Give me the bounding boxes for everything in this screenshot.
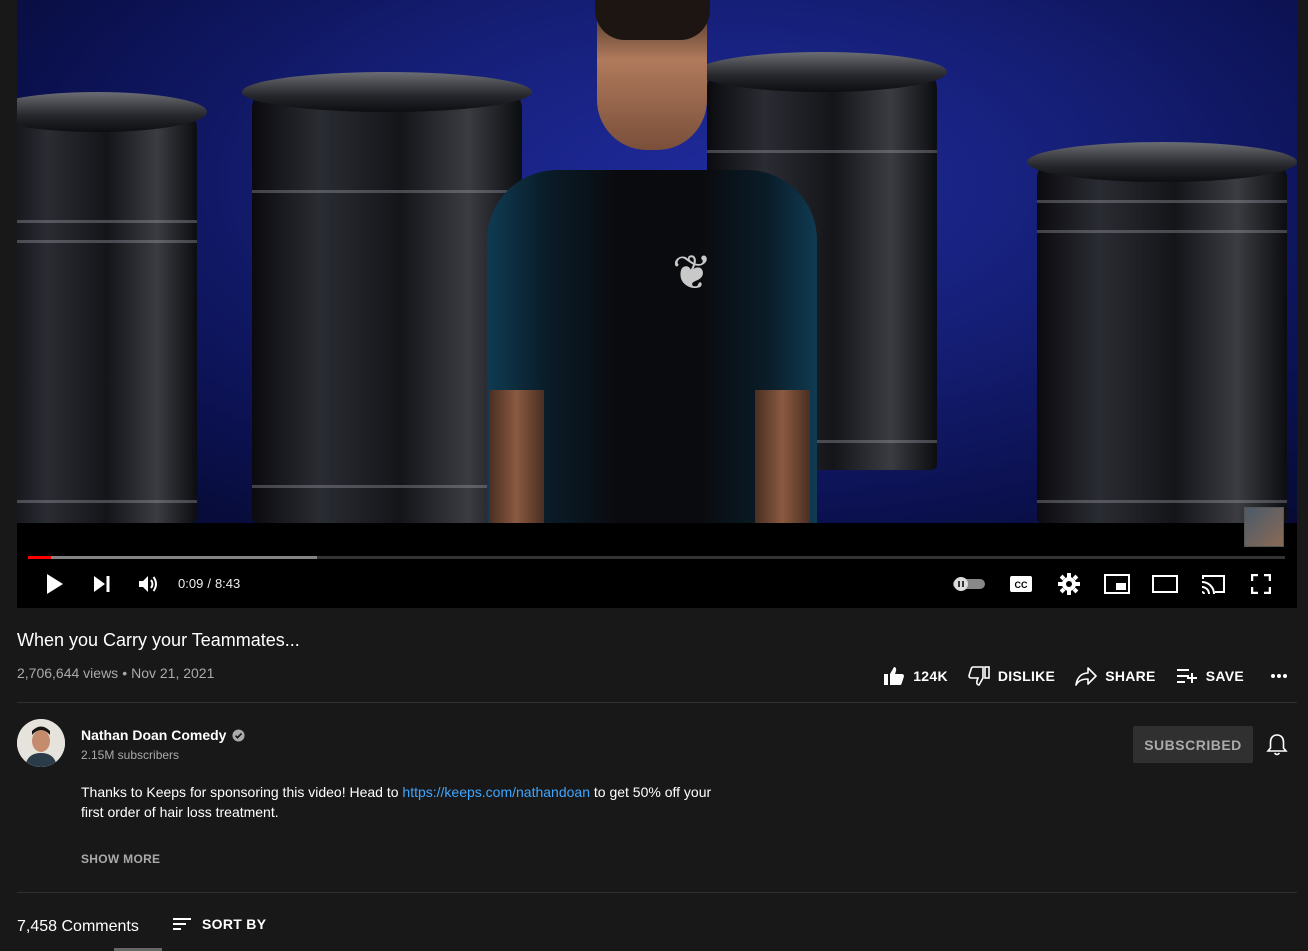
cast-button[interactable] <box>1199 571 1227 597</box>
left-arm <box>489 390 544 523</box>
video-player[interactable]: ❦ 0:09/8:43 CC <box>17 0 1297 608</box>
theater-mode-button[interactable] <box>1151 571 1179 597</box>
upload-date: Nov 21, 2021 <box>131 665 215 681</box>
share-button[interactable]: SHARE <box>1075 666 1156 686</box>
theater-mode-icon <box>1152 575 1178 593</box>
trash-can-center-left <box>242 72 532 523</box>
sort-icon <box>173 918 191 930</box>
more-horizontal-icon <box>1271 674 1287 678</box>
autoplay-toggle[interactable] <box>951 571 987 597</box>
meta-dot: • <box>122 665 128 681</box>
total-time: 8:43 <box>214 576 241 591</box>
like-button[interactable]: 124K <box>883 666 948 686</box>
progress-played <box>28 556 51 559</box>
youtube-watch-page: ❦ 0:09/8:43 CC When you Carry your Teamm… <box>0 0 1308 951</box>
volume-icon <box>139 576 157 592</box>
current-time: 0:09 <box>178 576 204 591</box>
progress-bar[interactable] <box>28 556 1285 559</box>
progress-loaded <box>28 556 318 559</box>
right-arm <box>755 390 810 523</box>
thumbs-up-icon <box>884 667 905 685</box>
subscribed-button[interactable]: SUBSCRIBED <box>1133 726 1253 763</box>
description-text-before: Thanks to Keeps for sponsoring this vide… <box>81 784 403 800</box>
video-actions: 124K DISLIKE SHARE SAVE <box>863 664 1288 688</box>
channel-name-text[interactable]: Nathan Doan Comedy <box>81 727 226 743</box>
video-title: When you Carry your Teammates... <box>17 630 300 650</box>
time-separator: / <box>207 576 211 591</box>
person-figure: ❦ <box>487 0 817 523</box>
show-more-button[interactable]: SHOW MORE <box>81 852 160 866</box>
settings-icon <box>1058 573 1080 595</box>
sort-by-button[interactable]: SORT BY <box>172 916 266 932</box>
video-frame[interactable]: ❦ <box>17 0 1297 523</box>
sort-by-label[interactable]: SORT BY <box>202 916 266 932</box>
subscriber-count: 2.15M subscribers <box>81 748 180 762</box>
miniplayer-icon <box>1104 574 1130 594</box>
fullscreen-button[interactable] <box>1247 571 1275 597</box>
play-button[interactable] <box>41 571 67 597</box>
bell-icon <box>1266 734 1288 756</box>
play-icon <box>47 574 63 594</box>
dislike-label: DISLIKE <box>997 668 1056 684</box>
channel-avatar[interactable] <box>17 719 65 767</box>
hair <box>595 0 710 40</box>
video-meta: 2,706,644 views • Nov 21, 2021 <box>17 665 214 681</box>
share-label: SHARE <box>1105 668 1156 684</box>
video-description: Thanks to Keeps for sponsoring this vide… <box>81 782 721 822</box>
captions-button[interactable]: CC <box>1007 571 1035 597</box>
divider-top <box>17 702 1297 703</box>
next-icon <box>94 576 110 592</box>
save-label: SAVE <box>1205 668 1244 684</box>
channel-watermark[interactable] <box>1244 507 1284 547</box>
divider-bottom <box>17 892 1297 893</box>
svg-text:CC: CC <box>1015 580 1028 590</box>
fullscreen-icon <box>1251 574 1271 594</box>
trash-can-left <box>17 92 207 523</box>
playlist-add-icon <box>1176 669 1197 683</box>
autoplay-toggle-icon <box>953 577 985 591</box>
next-button[interactable] <box>89 571 115 597</box>
notification-bell-button[interactable] <box>1265 732 1289 763</box>
dislike-button[interactable]: DISLIKE <box>968 666 1055 686</box>
more-actions-button[interactable] <box>1270 673 1288 679</box>
captions-icon: CC <box>1010 576 1032 592</box>
share-icon <box>1075 667 1097 686</box>
sponsor-link[interactable]: https://keeps.com/nathandoan <box>402 784 590 800</box>
cast-icon <box>1201 575 1225 594</box>
like-count: 124K <box>913 668 948 684</box>
time-display: 0:09/8:43 <box>178 576 240 591</box>
comments-count: 7,458 Comments <box>17 918 139 935</box>
trash-can-right <box>1027 142 1297 523</box>
wings-logo-icon: ❦ <box>672 247 713 300</box>
view-count: 2,706,644 views <box>17 665 119 681</box>
save-button[interactable]: SAVE <box>1176 667 1244 685</box>
verified-badge-icon <box>232 728 246 742</box>
miniplayer-button[interactable] <box>1103 571 1131 597</box>
thumbs-down-icon <box>968 666 990 686</box>
mute-button[interactable] <box>135 571 161 597</box>
settings-button[interactable] <box>1055 571 1083 597</box>
channel-name[interactable]: Nathan Doan Comedy <box>81 727 246 743</box>
